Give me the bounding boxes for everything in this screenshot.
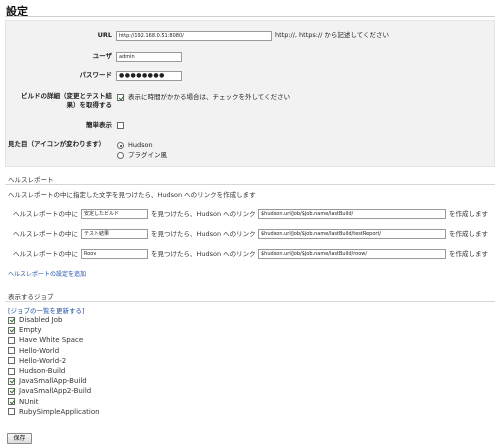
health-row-middle: を見つけたら、Hudson へのリンク bbox=[151, 250, 256, 258]
url-hint: http://, https:// から記述してください bbox=[275, 31, 390, 39]
health-row-suffix: を作成します bbox=[449, 250, 488, 258]
jobs-section-title: 表示するジョブ bbox=[8, 293, 54, 301]
health-row-prefix: ヘルスレポートの中に bbox=[13, 250, 78, 258]
job-checkbox[interactable] bbox=[8, 326, 15, 334]
job-list-item[interactable]: Hello-World-2 bbox=[8, 356, 66, 366]
job-checkbox[interactable] bbox=[8, 398, 15, 406]
health-section-divider bbox=[5, 184, 495, 185]
health-keyword-field[interactable]: 安定したビルド bbox=[81, 209, 148, 219]
job-checkbox[interactable] bbox=[8, 347, 15, 355]
appearance-radio-hudson[interactable] bbox=[117, 142, 124, 149]
health-row-prefix: ヘルスレポートの中に bbox=[13, 230, 78, 238]
job-list-item[interactable]: RubySimpleApplication bbox=[8, 407, 100, 417]
job-checkbox[interactable] bbox=[8, 408, 15, 416]
job-list-item[interactable]: JavaSmallApp-Build bbox=[8, 376, 87, 386]
simple-view-checkbox[interactable] bbox=[117, 122, 124, 129]
job-name: Disabled Job bbox=[19, 316, 63, 324]
job-list-item[interactable]: Hudson-Build bbox=[8, 366, 65, 376]
user-field[interactable]: admin bbox=[116, 52, 182, 62]
password-field[interactable]: ●●●●●●●● bbox=[116, 71, 182, 81]
health-row-prefix: ヘルスレポートの中に bbox=[13, 210, 78, 218]
job-name: Hello-World-2 bbox=[19, 356, 67, 365]
job-name: Have White Space bbox=[19, 336, 84, 345]
build-detail-checkbox[interactable] bbox=[117, 94, 124, 101]
build-detail-hint: 表示に時間がかかる場合は、チェックを外してください bbox=[128, 93, 291, 101]
job-name: JavaSmallApp2-Build bbox=[19, 387, 92, 396]
url-label: URL bbox=[97, 31, 112, 39]
job-checkbox[interactable] bbox=[8, 367, 15, 375]
job-list-item[interactable]: Empty bbox=[8, 325, 42, 335]
health-row-suffix: を作成します bbox=[449, 210, 488, 218]
user-label: ユーザ bbox=[92, 52, 112, 60]
health-link-field[interactable]: $hudson.url/job/$job.name/lastBuild/ bbox=[258, 209, 446, 219]
job-name: Empty bbox=[19, 326, 42, 335]
job-list-item[interactable]: NUnit bbox=[8, 397, 39, 407]
job-name: Hello-World bbox=[19, 346, 60, 355]
health-keyword-field[interactable]: Roov bbox=[81, 249, 148, 259]
build-detail-label-line2: 果）を取得する bbox=[66, 101, 113, 109]
job-list-item[interactable]: Hello-World bbox=[8, 346, 59, 356]
jobs-section-divider bbox=[5, 301, 495, 302]
refresh-jobs-link[interactable]: [ジョブの一覧を更新する] bbox=[8, 305, 85, 315]
health-keyword-field[interactable]: テスト結果 bbox=[81, 229, 148, 239]
job-checkbox[interactable] bbox=[8, 387, 15, 395]
save-button[interactable]: 保存 bbox=[7, 433, 32, 444]
simple-view-label: 簡単表示 bbox=[86, 121, 112, 129]
job-name: RubySimpleApplication bbox=[19, 407, 100, 416]
job-name: Hudson-Build bbox=[19, 367, 66, 375]
health-section-title: ヘルスレポート bbox=[8, 176, 54, 184]
build-detail-label: ビルドの詳細（変更とテスト結 果）を取得する bbox=[8, 92, 112, 110]
job-list-item[interactable]: Have White Space bbox=[8, 335, 83, 345]
job-checkbox[interactable] bbox=[8, 377, 15, 385]
job-name: NUnit bbox=[19, 397, 39, 406]
title-divider bbox=[5, 16, 495, 17]
job-list-item[interactable]: JavaSmallApp2-Build bbox=[8, 386, 91, 396]
job-list-item[interactable]: Disabled Job bbox=[8, 315, 62, 325]
job-checkbox[interactable] bbox=[8, 336, 15, 344]
appearance-label: 見た目（アイコンが変わります） bbox=[8, 140, 106, 148]
health-intro: ヘルスレポートの中に指定した文字を見つけたら、Hudson へのリンクを作成しま… bbox=[8, 191, 256, 199]
appearance-option-hudson: Hudson bbox=[128, 141, 153, 149]
add-health-report-link[interactable]: ヘルスレポートの設定を追加 bbox=[8, 269, 86, 278]
health-row-middle: を見つけたら、Hudson へのリンク bbox=[151, 230, 256, 238]
password-label: パスワード bbox=[79, 71, 113, 79]
job-checkbox[interactable] bbox=[8, 316, 15, 324]
job-checkbox[interactable] bbox=[8, 357, 15, 365]
appearance-option-plugin: プラグイン風 bbox=[128, 151, 167, 159]
appearance-radio-plugin[interactable] bbox=[117, 152, 124, 159]
health-row-suffix: を作成します bbox=[449, 230, 488, 238]
job-name: JavaSmallApp-Build bbox=[19, 377, 87, 386]
health-link-field[interactable]: $hudson.url/job/$job.name/lastBuild/test… bbox=[258, 229, 446, 239]
health-row-middle: を見つけたら、Hudson へのリンク bbox=[151, 210, 256, 218]
url-field[interactable]: http://192.168.0.51:8080/ bbox=[116, 31, 272, 41]
health-link-field[interactable]: $hudson.url/job/$job.name/lastBuild/roow… bbox=[258, 249, 446, 259]
build-detail-label-line1: ビルドの詳細（変更とテスト結 bbox=[21, 92, 112, 100]
